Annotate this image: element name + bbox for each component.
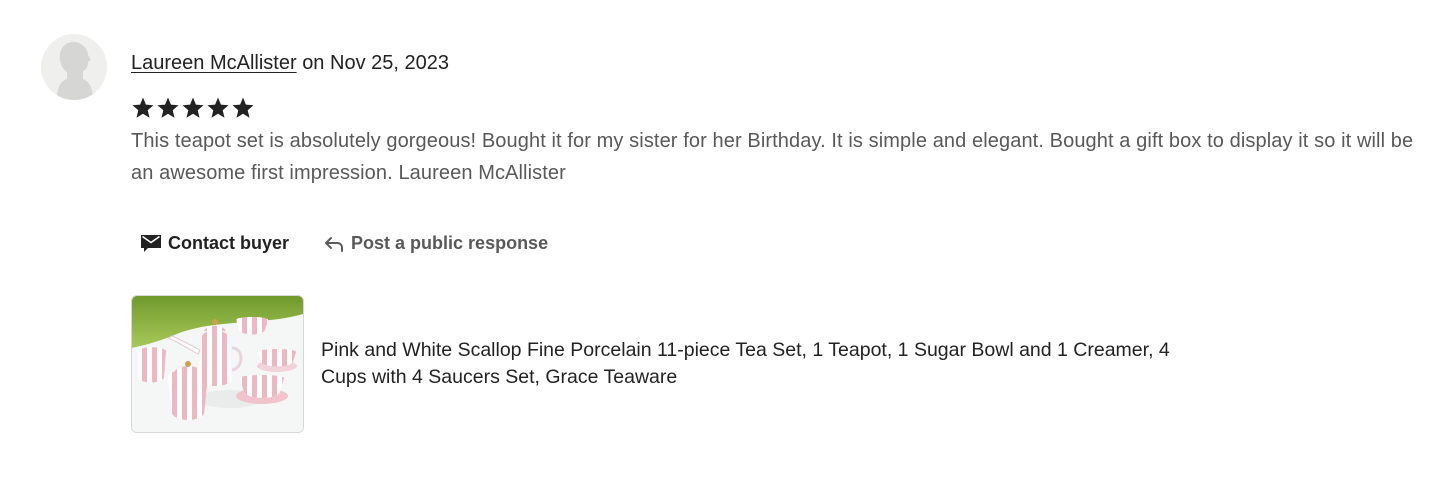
star-icon <box>182 97 204 118</box>
envelope-icon <box>141 235 161 252</box>
review-block: Laureen McAllister on Nov 25, 2023 This … <box>131 50 1421 189</box>
avatar <box>41 34 107 100</box>
star-icon <box>132 97 154 118</box>
star-rating <box>131 96 1421 122</box>
product-thumbnail[interactable] <box>131 295 304 433</box>
reply-arrow-icon <box>325 237 344 252</box>
star-icon <box>207 97 229 118</box>
review-actions: Contact buyer Post a public response <box>140 232 548 254</box>
tea-set-image <box>132 296 303 432</box>
contact-buyer-label: Contact buyer <box>168 232 290 253</box>
product-title[interactable]: Pink and White Scallop Fine Porcelain 11… <box>321 337 1201 391</box>
date-prefix: on <box>302 52 325 74</box>
person-silhouette-icon <box>57 41 93 100</box>
review-text: This teapot set is absolutely gorgeous! … <box>131 130 1414 184</box>
star-icon <box>232 97 254 118</box>
reviewed-product[interactable]: Pink and White Scallop Fine Porcelain 11… <box>131 295 1201 433</box>
review-byline: Laureen McAllister on Nov 25, 2023 <box>131 50 1421 76</box>
star-icon <box>157 97 179 118</box>
contact-buyer-button[interactable]: Contact buyer <box>140 232 289 254</box>
post-public-response-button[interactable]: Post a public response <box>323 232 548 254</box>
reviewer-name-link[interactable]: Laureen McAllister <box>131 52 297 74</box>
post-public-response-label: Post a public response <box>351 232 549 253</box>
review-date: Nov 25, 2023 <box>330 52 449 74</box>
